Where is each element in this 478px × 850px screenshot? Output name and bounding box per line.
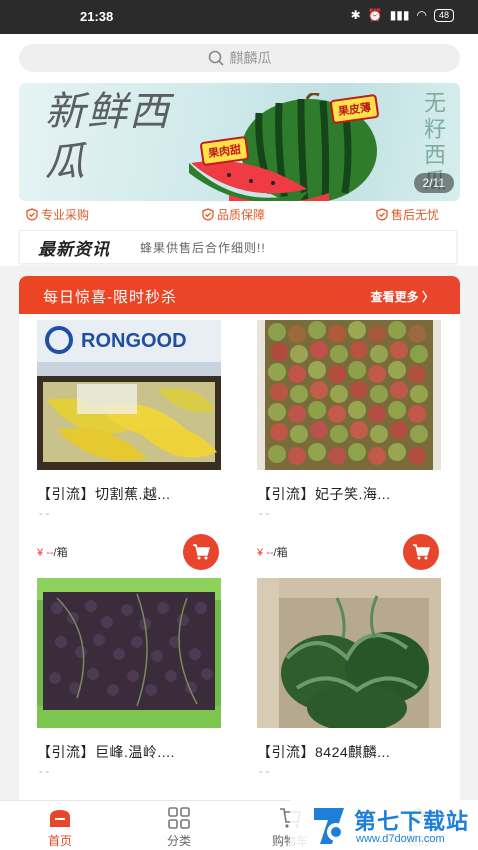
product-card[interactable]: 【引流】妃子笑.海... -- ¥ --/箱 (257, 320, 441, 570)
guarantee-label: 售后无忧 (391, 208, 440, 222)
category-icon (168, 807, 190, 829)
product-image (257, 320, 441, 470)
status-icons: ✱ ⏰ ▮▮▮ ◠ 48 (351, 8, 454, 22)
tab-home-label: 首页 (47, 834, 72, 848)
search-placeholder: 麒麟瓜 (229, 50, 272, 66)
guarantee-row: 专业采购 品质保障 售后无忧 (0, 202, 478, 224)
guarantee-item: 品质保障 (202, 206, 265, 223)
product-price: ¥ --/箱 (37, 544, 68, 560)
site-watermark: 第七下载站 www.d7down.com (290, 800, 478, 850)
news-text[interactable]: 蜂果供售后合作细则!! (140, 239, 266, 256)
guarantee-item: 专业采购 (26, 206, 89, 223)
price-value: -- (266, 547, 274, 559)
product-image (37, 578, 221, 728)
view-more-link[interactable]: 查看更多 〉 (371, 288, 434, 305)
product-subtitle: -- (39, 508, 53, 520)
alarm-icon: ⏰ (367, 8, 383, 22)
tab-category-label: 分类 (166, 834, 191, 848)
add-to-cart-button[interactable] (183, 534, 219, 570)
cart-icon (193, 544, 210, 560)
wifi-icon: ◠ (416, 8, 427, 22)
shield-icon (202, 208, 214, 221)
cart-icon (413, 544, 430, 560)
banner-counter: 2/11 (413, 173, 454, 193)
product-name: 【引流】妃子笑.海... (257, 486, 391, 502)
signal-icon: ▮▮▮ (389, 8, 410, 22)
product-card[interactable]: RONGOOD 【引流】切割蕉.越... -- ¥ --/箱 (37, 320, 221, 570)
news-ticker[interactable]: 最新资讯 蜂果供售后合作细则!! (19, 230, 457, 264)
promo-banner[interactable]: 新鲜西瓜 果肉甜 果皮薄 无籽西瓜 2/11 (19, 83, 460, 201)
product-image (257, 578, 441, 728)
guarantee-item: 售后无忧 (376, 206, 439, 223)
battery-icon: 48 (433, 8, 454, 22)
news-logo: 最新资讯 (38, 239, 110, 259)
product-name: 【引流】切割蕉.越... (37, 486, 171, 502)
search-icon (208, 50, 224, 66)
product-image: RONGOOD (37, 320, 221, 470)
product-name: 【引流】巨峰.温岭.... (37, 744, 175, 760)
flash-sale-header: 每日惊喜-限时秒杀 查看更多 〉 (19, 276, 460, 314)
chevron-right-icon: 〉 (421, 290, 434, 304)
watermark-url: www.d7down.com (356, 833, 445, 845)
watermark-logo-icon (314, 808, 345, 844)
guarantee-label: 专业采购 (41, 208, 90, 222)
product-subtitle: -- (39, 766, 53, 778)
bluetooth-icon: ✱ (350, 8, 361, 22)
tab-home[interactable]: 首页 (20, 801, 100, 850)
product-card[interactable]: 【引流】巨峰.温岭.... -- (37, 578, 221, 800)
price-unit: /箱 (53, 547, 68, 559)
watermark-title: 第七下载站 (354, 809, 470, 834)
product-name: 【引流】8424麒麟... (257, 744, 391, 760)
add-to-cart-button[interactable] (403, 534, 439, 570)
price-symbol: ¥ (37, 547, 44, 559)
product-subtitle: -- (259, 508, 273, 520)
home-icon (50, 810, 70, 827)
flash-sale-title: 每日惊喜-限时秒杀 (43, 289, 177, 306)
status-bar: 21:38 ✱ ⏰ ▮▮▮ ◠ 48 (0, 0, 478, 34)
tab-category[interactable]: 分类 (139, 801, 219, 850)
product-card[interactable]: 【引流】8424麒麟... -- (257, 578, 441, 800)
product-subtitle: -- (259, 766, 273, 778)
brand-label: RONGOOD (81, 330, 187, 352)
view-more-label: 查看更多 (370, 290, 419, 304)
status-time: 21:38 (80, 9, 114, 24)
price-symbol: ¥ (257, 547, 264, 559)
price-unit: /箱 (273, 547, 288, 559)
banner-title: 新鲜西瓜 (45, 89, 171, 185)
guarantee-label: 品质保障 (217, 208, 266, 222)
price-value: -- (46, 547, 54, 559)
product-price: ¥ --/箱 (257, 544, 288, 560)
shield-icon (376, 208, 388, 221)
search-input[interactable]: 麒麟瓜 (19, 44, 460, 72)
shield-icon (26, 208, 38, 221)
